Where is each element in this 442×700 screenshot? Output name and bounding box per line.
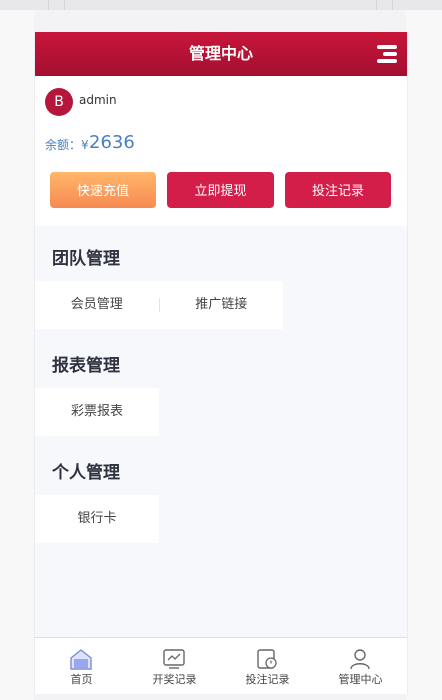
team-management-row: 会员管理 推广链接: [35, 281, 283, 329]
withdraw-button[interactable]: 立即提现: [167, 172, 274, 208]
draw-results-icon: [163, 649, 185, 669]
strip-divider: [48, 0, 49, 10]
quick-recharge-button[interactable]: 快速充值: [50, 172, 156, 208]
username: admin: [79, 93, 117, 107]
tab-draw-results[interactable]: 开奖记录: [128, 638, 221, 694]
strip-divider: [392, 0, 393, 10]
balance-value: 2636: [89, 132, 135, 153]
tile-member-management[interactable]: 会员管理: [35, 281, 159, 329]
tab-bet-records-label: 投注记录: [245, 673, 290, 686]
tab-user-center[interactable]: 管理中心: [314, 638, 407, 694]
app-header: 管理中心: [35, 32, 407, 76]
strip-divider: [64, 0, 65, 10]
balance-label: 余额：¥: [45, 138, 89, 152]
tab-home-label: 首页: [70, 673, 93, 686]
user-info-card: B admin 余额：¥ 2636 快速充值 立即提现 投注记录: [35, 76, 407, 226]
tab-user-center-label: 管理中心: [338, 673, 383, 686]
personal-management-row: 银行卡: [35, 495, 159, 543]
tab-draw-results-label: 开奖记录: [152, 673, 197, 686]
strip-divider: [376, 0, 377, 10]
page-margin-left: [0, 10, 34, 700]
bet-records-button[interactable]: 投注记录: [285, 172, 391, 208]
tab-home[interactable]: 首页: [35, 638, 128, 694]
home-icon: [70, 649, 92, 670]
page-margin-right: [406, 10, 442, 700]
section-title-reports: 报表管理: [52, 356, 120, 376]
report-management-row: 彩票报表: [35, 388, 159, 436]
hamburger-menu-icon[interactable]: [377, 45, 397, 63]
user-center-icon: [350, 649, 370, 670]
bottom-tab-bar: 首页 开奖记录 投注记录 管理中心: [35, 637, 407, 694]
bet-records-icon: [257, 649, 277, 669]
tile-lottery-report[interactable]: 彩票报表: [35, 388, 159, 436]
tile-promotion-link[interactable]: 推广链接: [160, 281, 284, 329]
page-title: 管理中心: [188, 44, 253, 63]
tab-bet-records[interactable]: 投注记录: [221, 638, 314, 694]
section-title-personal: 个人管理: [52, 463, 120, 483]
mobile-viewport: 管理中心 B admin 余额：¥ 2636 快速充值 立即提现 投注记录 团队…: [34, 32, 408, 694]
tile-bank-card[interactable]: 银行卡: [35, 495, 159, 543]
section-title-team: 团队管理: [52, 249, 120, 269]
browser-top-strip: [0, 0, 442, 10]
avatar: B: [45, 88, 73, 116]
